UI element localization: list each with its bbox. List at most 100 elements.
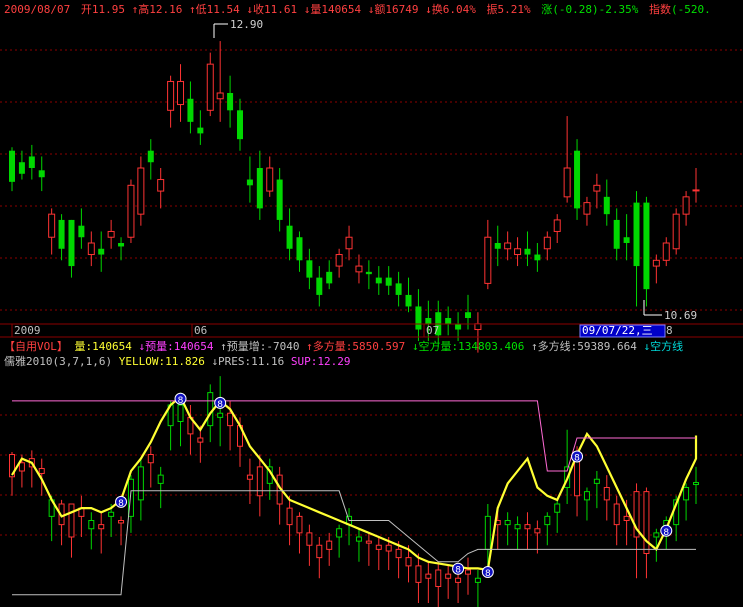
indicator-candle-body	[445, 573, 452, 579]
candle-body	[425, 318, 432, 324]
candle-body	[38, 170, 45, 178]
indicator-candle-body	[593, 478, 600, 484]
candle-body	[227, 93, 234, 111]
close-label: ↓收	[246, 3, 264, 16]
indicator-candle-body	[98, 524, 105, 530]
candle-body	[633, 202, 640, 267]
candle-body	[187, 98, 194, 122]
candlestick-series	[9, 41, 700, 353]
vol-bull-line: ↑多方线:59389.664	[531, 340, 637, 353]
candle-body	[583, 202, 591, 215]
axis-label-07: 07	[426, 324, 439, 337]
amount-value: 16749	[385, 3, 419, 16]
candle-body	[543, 236, 551, 250]
index-label: 指数	[648, 3, 671, 16]
index-value: (-520.	[670, 3, 711, 16]
vol-forecast: ↓预量:140654	[138, 340, 214, 353]
vol-value: 140654	[321, 3, 362, 16]
signal-marker-label: 8	[485, 569, 491, 579]
indicator-candle-series	[9, 376, 699, 607]
indicator-candle-body	[68, 503, 75, 538]
candle-body	[58, 219, 65, 249]
vol-label: ↓量	[303, 3, 322, 16]
low-label: ↑低	[188, 3, 207, 16]
indicator-candle-body	[534, 528, 541, 534]
candle-body	[18, 162, 25, 174]
candle-body	[167, 80, 175, 111]
candle-body	[206, 63, 214, 111]
candle-body	[613, 219, 620, 249]
indicator-candle-body	[118, 520, 125, 524]
cursor-date-label: 09/07/22,三	[582, 324, 653, 337]
indicator-candle-body	[217, 412, 224, 418]
signal-marker-label: 8	[455, 566, 461, 576]
candle-body	[652, 259, 660, 267]
vol-forecast-increase: ↑预量增:-7040	[220, 340, 300, 353]
signal-marker: 8	[571, 450, 584, 464]
candle-body	[68, 219, 75, 267]
signal-marker-label: 8	[663, 528, 669, 538]
indicator-candle-body	[425, 573, 432, 579]
axis-label-2009: 2009	[14, 324, 41, 337]
candle-body	[256, 168, 263, 209]
candle-body	[316, 277, 323, 295]
indicator-candle-body	[355, 536, 362, 542]
indicator-candle-body	[415, 565, 422, 583]
indicator-candle-body	[504, 520, 511, 526]
quote-info-bar: 2009/08/07 开11.95 ↑高12.16 ↑低11.54 ↓收11.6…	[4, 3, 711, 17]
indicator-candle-body	[583, 491, 590, 501]
indicator-name[interactable]: 儒雅2010(3,7,1,6)	[4, 355, 112, 368]
indicator-candle-body	[246, 474, 253, 480]
indicator-lines	[11, 394, 698, 596]
candle-body	[345, 236, 353, 250]
candle-body	[197, 127, 204, 134]
candle-body	[682, 196, 690, 215]
indicator-candle-body	[385, 544, 392, 552]
candle-body	[78, 225, 85, 238]
indicator-candle-body	[88, 520, 95, 530]
line-pres	[12, 400, 696, 472]
candle-body	[603, 196, 610, 215]
candle-body	[593, 184, 601, 192]
candle-body	[445, 318, 452, 324]
candle-body	[147, 150, 154, 163]
indicator-candle-body	[514, 524, 521, 530]
sup-value: SUP:12.29	[290, 355, 351, 368]
candle-body	[504, 242, 512, 250]
candle-body	[524, 248, 531, 255]
candle-body	[107, 230, 115, 238]
candle-body	[98, 248, 105, 255]
chg-value: (-0.28)-2.35%	[552, 3, 639, 16]
candle-body	[474, 323, 482, 331]
indicator-candle-body	[365, 540, 372, 544]
indicator-candle-body	[465, 569, 471, 575]
indicator-candle-body	[147, 454, 154, 464]
candle-body	[87, 242, 95, 256]
signal-marker: 8	[660, 524, 673, 538]
date-value: 2009/08/07	[4, 3, 71, 16]
indicator-candle-body	[643, 491, 650, 554]
indicator-candle-body	[108, 511, 115, 517]
max-price-label: 12.90	[230, 18, 263, 31]
indicator-candle-body	[207, 392, 214, 427]
candle-body	[118, 243, 125, 247]
candle-body	[643, 202, 650, 290]
vol-indicator-name[interactable]: 【自用VOL】	[4, 340, 68, 353]
high-label: ↑高	[131, 3, 150, 16]
amp-value: 5.21%	[497, 3, 531, 16]
candle-body	[395, 283, 402, 295]
candle-body	[692, 189, 700, 192]
indicator-candle-body	[38, 468, 45, 474]
candle-body	[563, 167, 571, 198]
indicator-candle-body	[137, 466, 144, 501]
indicator-candle-body	[197, 437, 204, 443]
amp-label: 振	[486, 3, 498, 16]
indicator-candle-body	[613, 503, 620, 526]
amount-label: ↓额	[367, 3, 386, 16]
candle-body	[335, 254, 343, 267]
candle-body	[672, 213, 680, 250]
candle-body	[216, 92, 224, 100]
candle-body	[574, 150, 581, 209]
candle-body	[326, 271, 333, 284]
vol-bear: ↓空方量:134803.406	[411, 340, 525, 353]
